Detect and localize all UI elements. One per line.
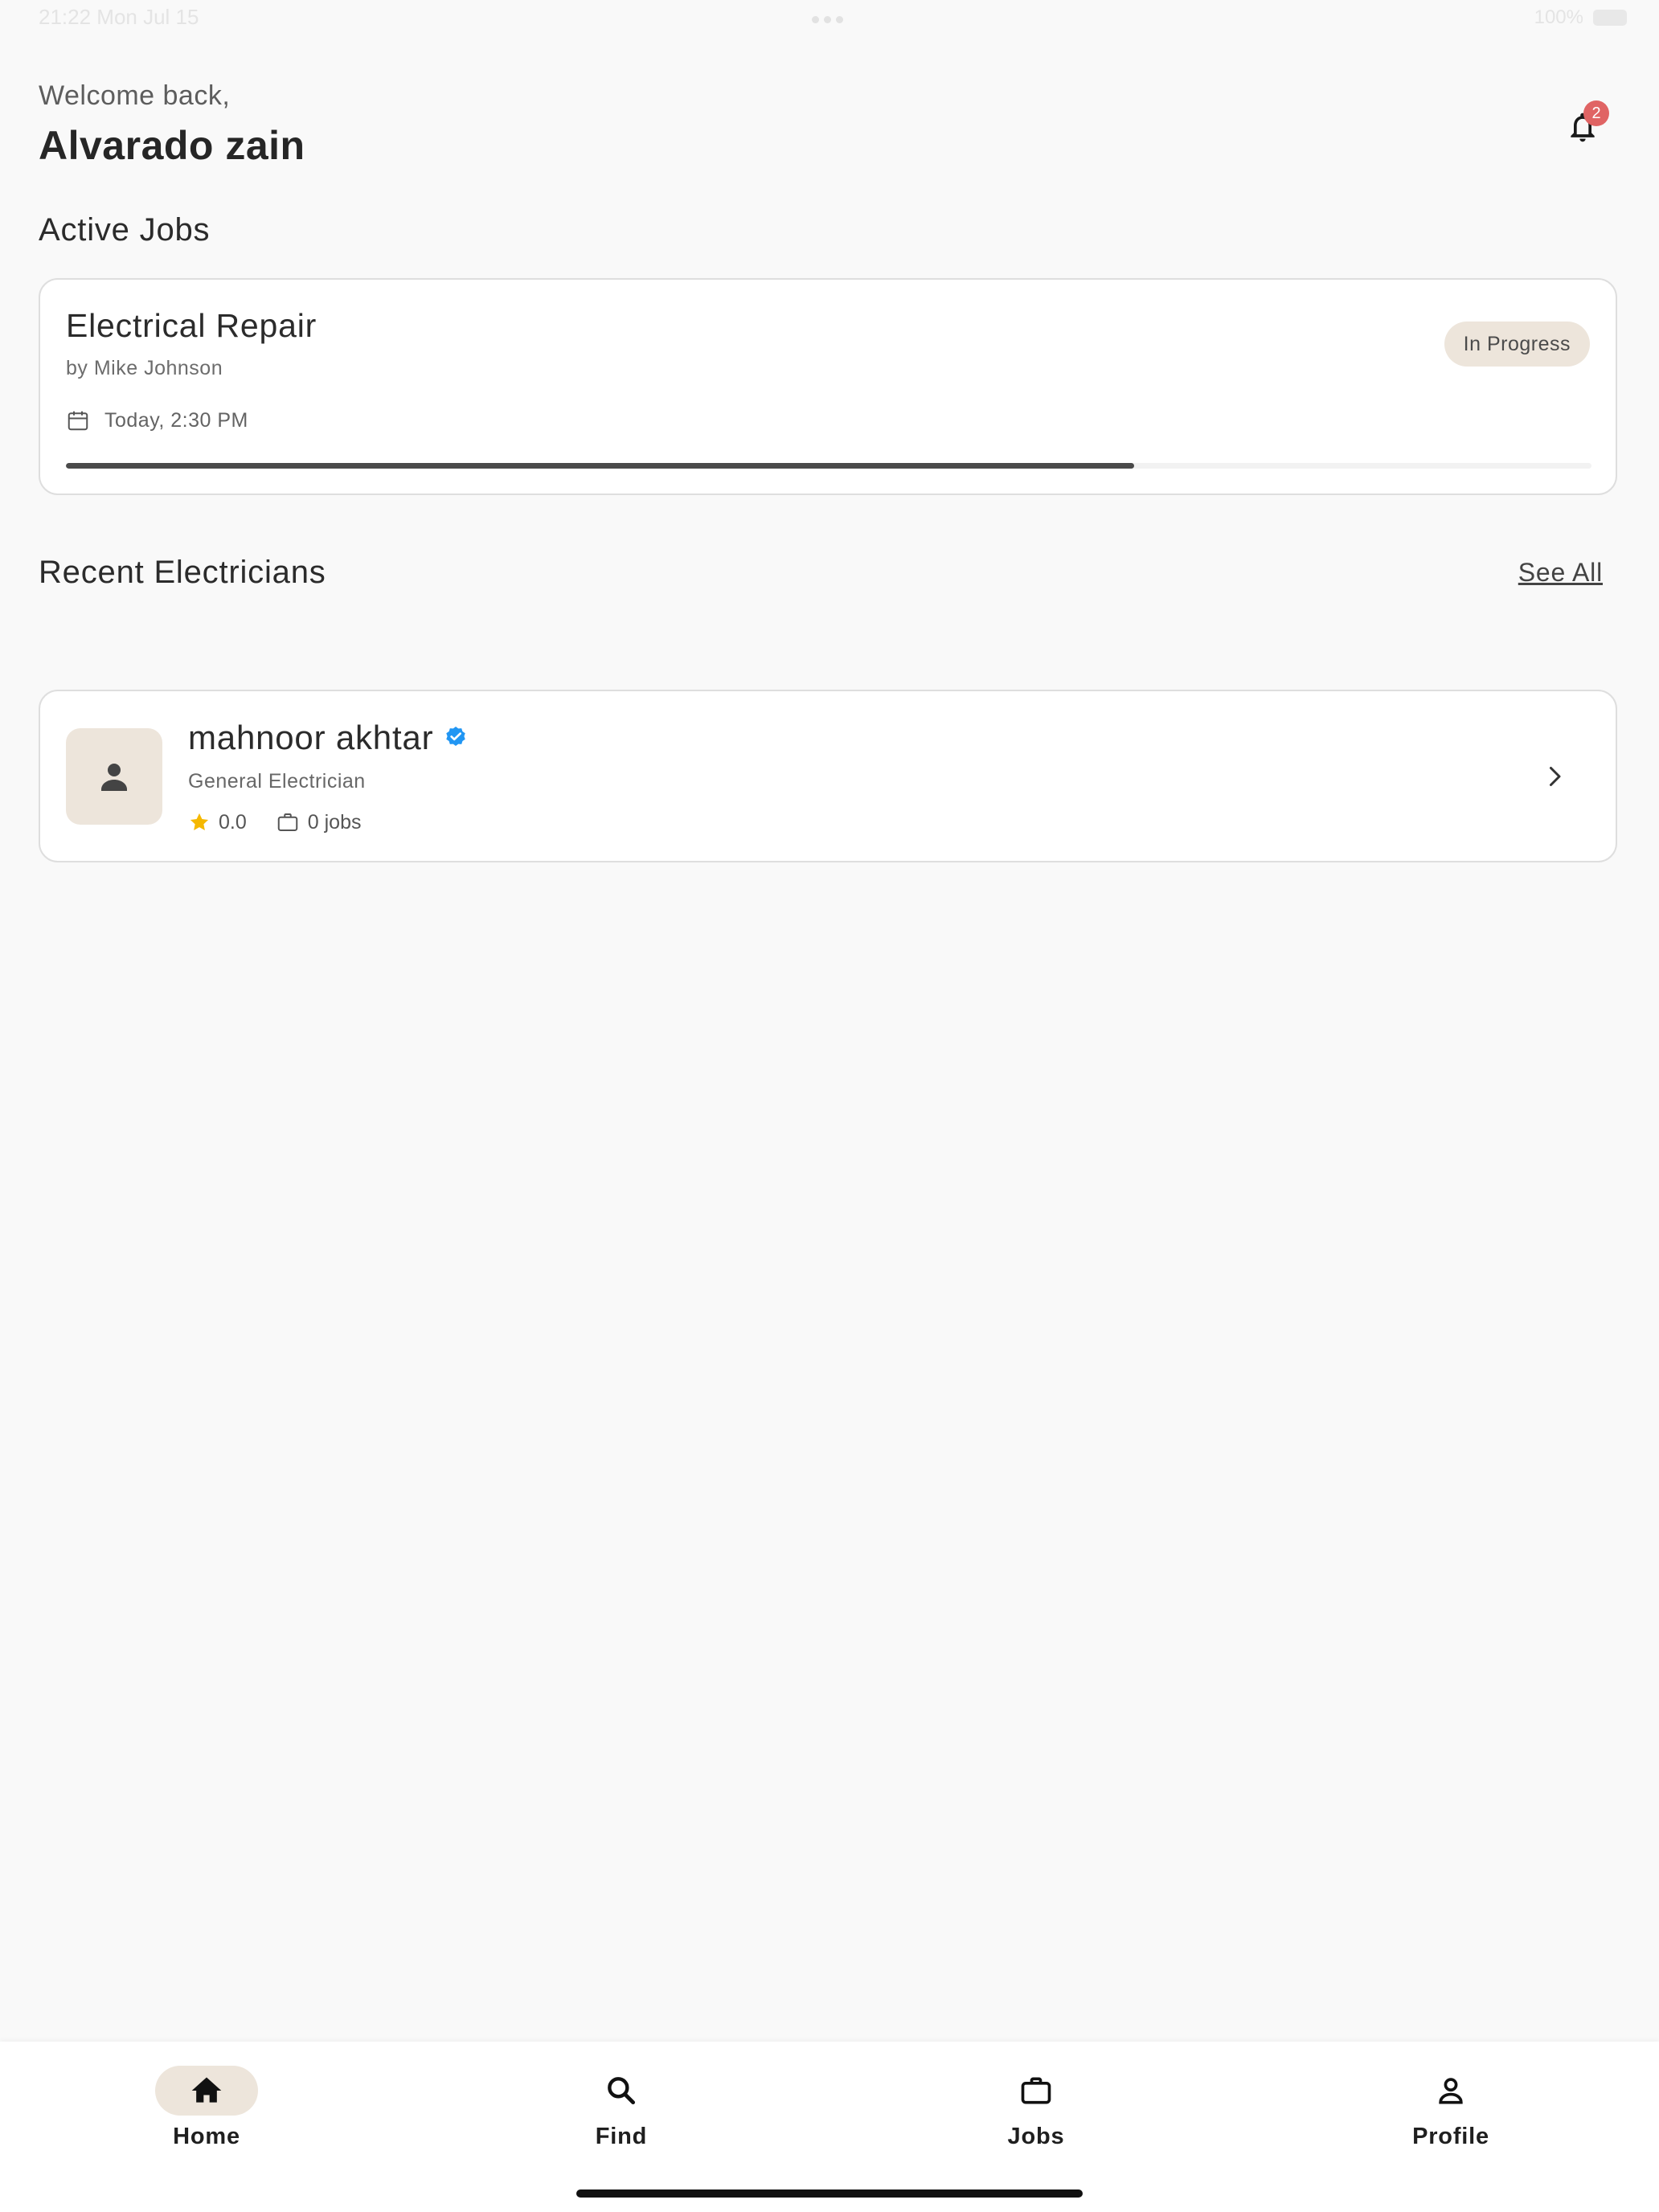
- status-indicators: 100%: [1534, 6, 1627, 29]
- nav-home-label: Home: [173, 2124, 240, 2149]
- welcome-text: Welcome back,: [39, 80, 231, 111]
- rating-stat: 0.0: [188, 811, 247, 834]
- nav-home-pill: [155, 2066, 258, 2116]
- jobs-stat: 0 jobs: [276, 810, 362, 834]
- home-indicator[interactable]: [576, 2189, 1083, 2198]
- nav-profile[interactable]: Profile: [1330, 2066, 1571, 2150]
- recent-electricians-title: Recent Electricians: [39, 555, 326, 590]
- notification-badge: 2: [1583, 100, 1609, 126]
- star-icon: [190, 813, 209, 831]
- electrician-role: General Electrician: [188, 770, 366, 793]
- job-progress-fill: [66, 463, 1134, 469]
- person-icon: [1439, 2078, 1463, 2104]
- nav-home[interactable]: Home: [86, 2066, 327, 2150]
- job-title: Electrical Repair: [66, 307, 317, 344]
- user-name: Alvarado zain: [39, 123, 305, 168]
- home-icon: [191, 2077, 222, 2103]
- job-time: Today, 2:30 PM: [104, 408, 248, 432]
- nav-jobs-pill: [985, 2066, 1088, 2116]
- job-client: by Mike Johnson: [66, 357, 223, 379]
- status-time: 21:22 Mon Jul 15: [39, 5, 199, 29]
- bottom-nav: Home Find Jobs Profile: [0, 2042, 1659, 2212]
- status-badge: In Progress: [1444, 322, 1590, 367]
- electrician-name: mahnoor akhtar: [188, 719, 434, 756]
- nav-profile-label: Profile: [1412, 2124, 1489, 2149]
- nav-find[interactable]: Find: [501, 2066, 742, 2150]
- see-all-link[interactable]: See All: [1518, 558, 1603, 588]
- notifications-button[interactable]: 2: [1559, 100, 1609, 150]
- briefcase-icon: [277, 813, 298, 831]
- job-time-row: Today, 2:30 PM: [66, 408, 248, 432]
- electrician-stats: 0.0 0 jobs: [188, 810, 361, 834]
- rating-value: 0.0: [219, 810, 247, 834]
- active-jobs-title: Active Jobs: [39, 212, 211, 248]
- chevron-right-icon[interactable]: [1540, 762, 1569, 791]
- battery-icon: [1593, 10, 1627, 26]
- nav-jobs-label: Jobs: [1007, 2124, 1065, 2149]
- jobs-count: 0 jobs: [307, 810, 362, 834]
- person-icon: [101, 764, 127, 791]
- job-progress-bar: [66, 463, 1591, 469]
- verified-icon: [446, 727, 466, 746]
- electrician-name-row: mahnoor akhtar: [188, 719, 469, 757]
- avatar: [66, 728, 162, 825]
- search-icon: [608, 2077, 636, 2105]
- multitask-dots[interactable]: [812, 16, 843, 23]
- nav-find-label: Find: [595, 2124, 648, 2149]
- nav-profile-pill: [1399, 2066, 1502, 2116]
- electrician-card[interactable]: mahnoor akhtar General Electrician 0.0 0…: [39, 690, 1617, 862]
- nav-jobs[interactable]: Jobs: [916, 2066, 1157, 2150]
- battery-percent: 100%: [1534, 6, 1583, 28]
- active-job-card[interactable]: Electrical Repair by Mike Johnson In Pro…: [39, 278, 1617, 495]
- briefcase-icon: [1021, 2077, 1051, 2104]
- calendar-icon: [68, 411, 88, 431]
- nav-find-pill: [570, 2066, 673, 2116]
